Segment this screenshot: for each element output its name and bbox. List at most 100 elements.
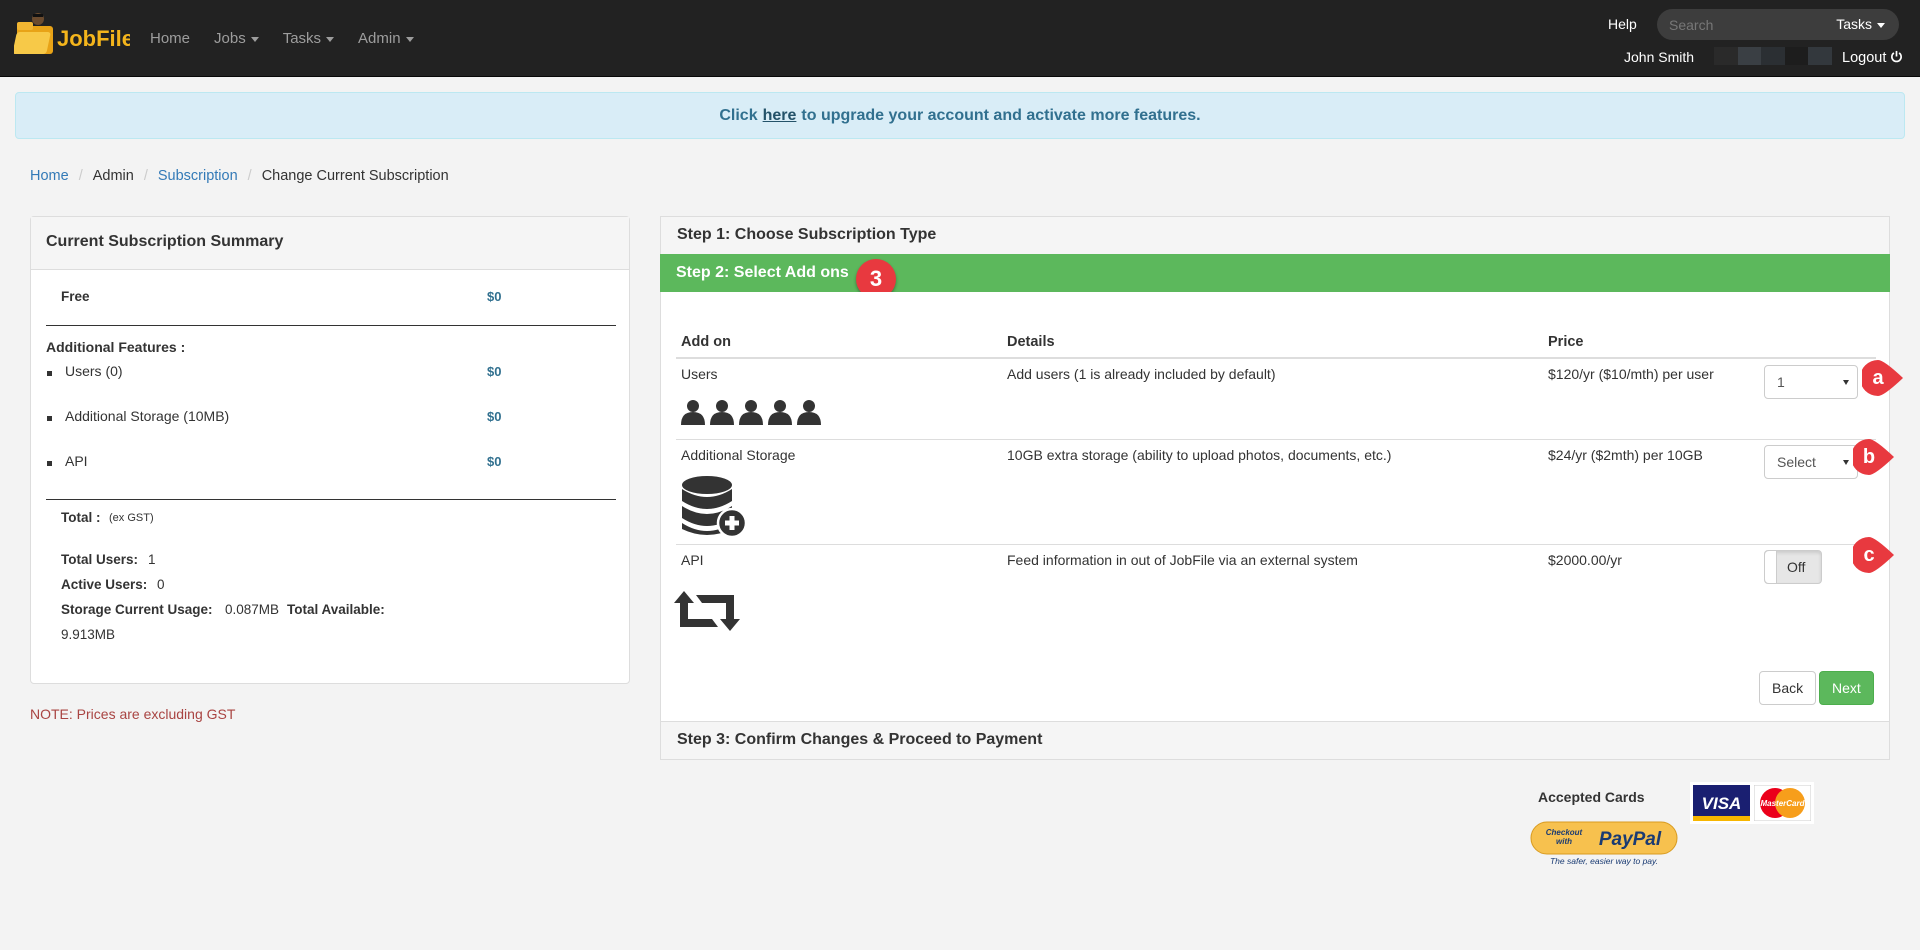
divider — [46, 499, 616, 500]
addon-api-price: $2000.00/yr — [1548, 552, 1622, 568]
breadcrumb-separator: / — [78, 168, 83, 184]
total-note: (ex GST) — [109, 512, 154, 524]
search-scope-label: Tasks — [1836, 16, 1872, 32]
nav-jobs-label: Jobs — [214, 30, 246, 47]
feature-storage-price: $0 — [487, 409, 502, 424]
toggle-knob — [1765, 551, 1777, 583]
step2-header[interactable]: Step 2: Select Add ons — [660, 254, 1890, 292]
feature-storage: Additional Storage (10MB) — [65, 408, 230, 424]
nav-home[interactable]: Home — [138, 30, 202, 47]
storage-usage-value: 0.087MB — [225, 602, 280, 617]
gst-note: NOTE: Prices are excluding GST — [30, 706, 236, 722]
breadcrumb-admin: Admin — [92, 168, 134, 184]
addon-storage-details: 10GB extra storage (ability to upload ph… — [1007, 447, 1392, 463]
annotation-pin-a: a — [1860, 358, 1904, 398]
addon-storage-name: Additional Storage — [681, 447, 796, 463]
svg-text:The safer, easier way to pay.: The safer, easier way to pay. — [1550, 856, 1658, 866]
alert-suffix: to upgrade your account and activate mor… — [801, 106, 1201, 124]
search-box: Tasks — [1657, 9, 1899, 40]
redacted-user-info — [1714, 47, 1832, 65]
paypal-checkout-button[interactable]: Checkout with PayPal The safer, easier w… — [1530, 821, 1678, 867]
col-header-addon: Add on — [681, 334, 731, 350]
breadcrumb-subscription[interactable]: Subscription — [158, 168, 238, 184]
power-icon — [1891, 50, 1903, 63]
nav-admin-label: Admin — [358, 30, 401, 47]
summary-title: Current Subscription Summary — [31, 217, 629, 270]
breadcrumb-home[interactable]: Home — [30, 168, 69, 184]
storage-select[interactable]: Select — [1764, 445, 1858, 479]
back-button[interactable]: Back — [1759, 671, 1817, 705]
main-nav: Home Jobs Tasks Admin — [138, 0, 426, 77]
active-users-value: 0 — [157, 577, 165, 592]
api-toggle[interactable]: Off — [1764, 550, 1822, 584]
user-name[interactable]: John Smith — [1624, 49, 1694, 65]
caret-down-icon — [250, 36, 259, 42]
subscription-summary-panel: Current Subscription Summary Free $0 Add… — [30, 216, 630, 684]
next-button[interactable]: Next — [1819, 671, 1874, 705]
svg-text:Checkout: Checkout — [1546, 828, 1583, 837]
addon-api-name: API — [681, 552, 704, 568]
step3-header[interactable]: Step 3: Confirm Changes & Proceed to Pay… — [660, 721, 1890, 760]
caret-down-icon — [1843, 460, 1849, 465]
col-header-price: Price — [1548, 334, 1584, 350]
step1-header[interactable]: Step 1: Choose Subscription Type — [660, 216, 1890, 255]
accepted-cards-label: Accepted Cards — [1538, 789, 1645, 805]
addon-storage-price: $24/yr ($2mth) per 10GB — [1548, 447, 1703, 463]
svg-text:VISA: VISA — [1702, 794, 1742, 813]
svg-text:with: with — [1556, 837, 1572, 846]
card-logos: VISA MasterCard — [1690, 782, 1814, 824]
api-toggle-label: Off — [1787, 559, 1806, 575]
nav-jobs[interactable]: Jobs — [202, 30, 271, 47]
jobfile-logo[interactable]: JobFile — [14, 8, 130, 64]
breadcrumb: Home / Admin / Subscription / Change Cur… — [30, 168, 449, 184]
users-quantity-select[interactable]: 1 — [1764, 365, 1858, 399]
bullet-icon — [47, 416, 52, 421]
users-quantity-value: 1 — [1777, 374, 1785, 390]
features-label: Additional Features : — [46, 339, 186, 355]
feature-api-price: $0 — [487, 454, 502, 469]
svg-text:PayPal: PayPal — [1599, 829, 1662, 850]
logout-label: Logout — [1842, 50, 1887, 66]
breadcrumb-separator: / — [143, 168, 148, 184]
col-header-details: Details — [1007, 334, 1055, 350]
bullet-icon — [47, 371, 52, 376]
nav-tasks[interactable]: Tasks — [271, 30, 346, 47]
table-header-divider — [676, 357, 1876, 359]
total-available-label: Total Available: — [287, 602, 385, 617]
row-divider — [676, 439, 1876, 440]
retweet-icon — [674, 591, 740, 631]
addon-api-details: Feed information in out of JobFile via a… — [1007, 552, 1358, 568]
top-navbar: JobFile Home Jobs Tasks Admin Help Tasks… — [0, 0, 1920, 77]
feature-users-price: $0 — [487, 364, 502, 379]
caret-down-icon — [405, 36, 414, 42]
bullet-icon — [47, 461, 52, 466]
search-input[interactable] — [1657, 15, 1817, 34]
storage-select-value: Select — [1777, 454, 1816, 470]
upgrade-alert: Click here to upgrade your account and a… — [15, 92, 1905, 139]
addons-panel: Add on Details Price Users Add users (1 … — [660, 292, 1890, 722]
mastercard-logo: MasterCard — [1754, 785, 1811, 821]
plan-name: Free — [61, 289, 90, 304]
active-users-label: Active Users: — [61, 577, 148, 592]
addon-users-details: Add users (1 is already included by defa… — [1007, 366, 1276, 382]
step2-title: Step 2: Select Add ons — [676, 264, 849, 281]
upgrade-link[interactable]: here — [763, 107, 797, 125]
help-link[interactable]: Help — [1608, 16, 1637, 32]
nav-home-label: Home — [150, 30, 191, 47]
logout-link[interactable]: Logout — [1842, 50, 1903, 66]
caret-down-icon — [326, 36, 335, 42]
plan-price: $0 — [487, 289, 502, 304]
feature-api: API — [65, 453, 88, 469]
feature-users: Users (0) — [65, 363, 123, 379]
nav-admin[interactable]: Admin — [346, 30, 426, 47]
storage-usage-label: Storage Current Usage: — [61, 602, 213, 617]
pin-label-c: c — [1863, 543, 1875, 566]
pin-label-b: b — [1862, 445, 1876, 468]
annotation-pin-b: b — [1851, 437, 1895, 477]
nav-tasks-label: Tasks — [282, 30, 322, 47]
total-users-value: 1 — [148, 552, 156, 567]
caret-down-icon — [1877, 22, 1885, 28]
search-scope-dropdown[interactable]: Tasks — [1836, 16, 1885, 32]
alert-prefix: Click — [719, 106, 758, 124]
pin-label-a: a — [1872, 366, 1884, 389]
